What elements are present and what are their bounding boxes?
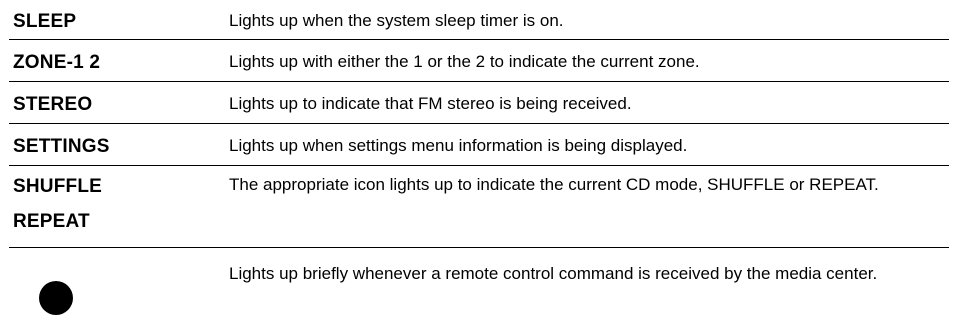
indicator-name: STEREO — [13, 94, 93, 115]
indicator-name: SLEEP — [13, 11, 77, 32]
table-row: SETTINGS Lights up when settings menu in… — [9, 124, 949, 166]
table-row: STEREO Lights up to indicate that FM ste… — [9, 82, 949, 124]
indicator-description: Lights up when the system sleep timer is… — [229, 11, 564, 30]
indicator-name: ZONE-1 2 — [13, 52, 101, 73]
indicator-name: SETTINGS — [13, 136, 110, 157]
indicator-table: SLEEP Lights up when the system sleep ti… — [9, 3, 949, 320]
table-row: ZONE-1 2 Lights up with either the 1 or … — [9, 40, 949, 82]
indicator-description: The appropriate icon lights up to indica… — [229, 175, 879, 194]
filled-circle-icon — [39, 281, 73, 315]
indicator-name-shuffle: SHUFFLE — [13, 176, 103, 197]
indicator-description: Lights up when settings menu information… — [229, 136, 688, 155]
indicator-description: Lights up briefly whenever a remote cont… — [229, 264, 878, 283]
indicator-description: Lights up to indicate that FM stereo is … — [229, 94, 632, 113]
table-row: SLEEP Lights up when the system sleep ti… — [9, 3, 949, 40]
table-row: SHUFFLE REPEAT The appropriate icon ligh… — [9, 166, 949, 248]
table-row: Lights up briefly whenever a remote cont… — [9, 248, 949, 320]
indicator-name-repeat: REPEAT — [13, 211, 90, 232]
indicator-description: Lights up with either the 1 or the 2 to … — [229, 52, 700, 71]
